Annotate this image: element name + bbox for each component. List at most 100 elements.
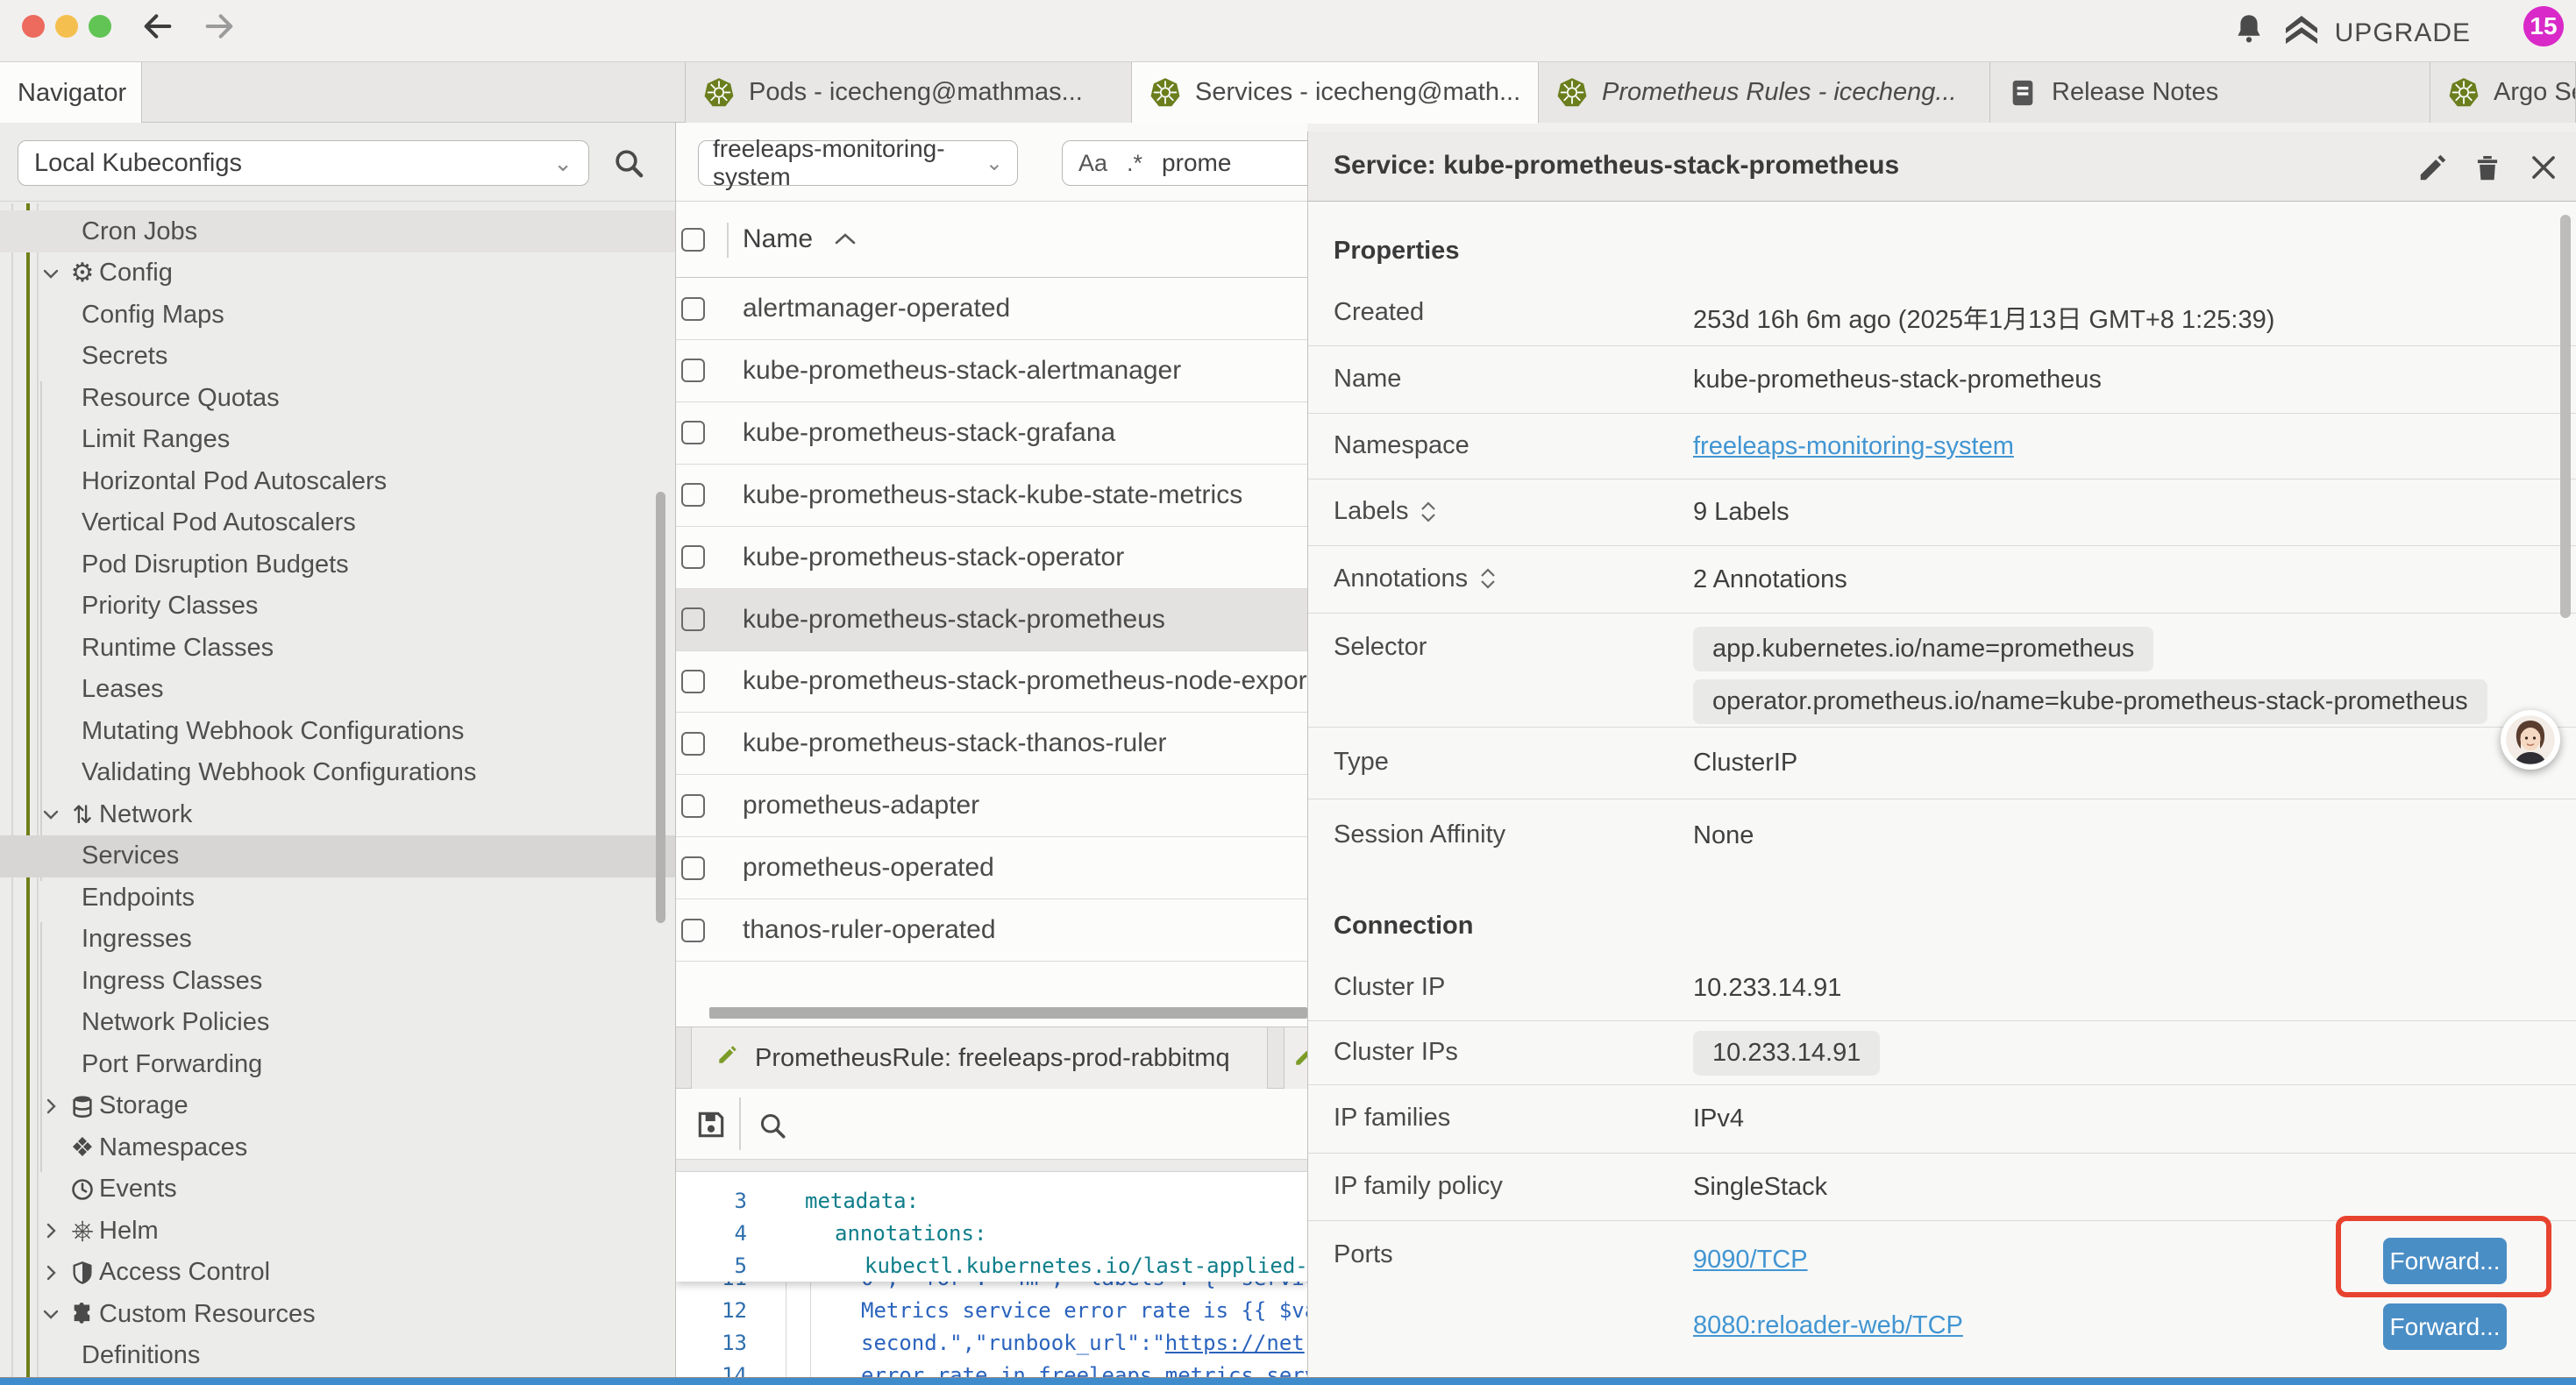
sidebar-item-mutating-webhook-configurations[interactable]: Mutating Webhook Configurations <box>0 710 676 752</box>
sidebar-item-endpoints[interactable]: Endpoints <box>0 877 676 919</box>
row-checkbox[interactable] <box>681 856 705 880</box>
table-row-kube-prometheus-stack-operator[interactable]: kube-prometheus-stack-operator <box>676 527 1307 589</box>
delete-trash-icon[interactable] <box>2471 151 2504 188</box>
detail-title: Service: kube-prometheus-stack-prometheu… <box>1334 151 1899 181</box>
tab-argo-se[interactable]: Argo Se <box>2430 62 2576 123</box>
sidebar-item-pod-disruption-budgets[interactable]: Pod Disruption Budgets <box>0 543 676 586</box>
sidebar-item-config[interactable]: ⚙Config <box>0 252 676 295</box>
table-row-kube-prometheus-stack-thanos-ruler[interactable]: kube-prometheus-stack-thanos-ruler <box>676 713 1307 775</box>
forward-arrow-icon[interactable] <box>202 9 237 44</box>
kubeconfig-selector[interactable]: Local Kubeconfigs ⌄ <box>18 140 589 186</box>
chevron-right-icon[interactable] <box>40 1262 61 1283</box>
sidebar-item-namespaces[interactable]: ❖Namespaces <box>0 1126 676 1168</box>
sidebar-scrollbar[interactable] <box>656 492 665 923</box>
sidebar-item-access-control[interactable]: Access Control <box>0 1252 676 1294</box>
user-avatar[interactable] <box>2501 710 2560 770</box>
traffic-light-close-icon[interactable] <box>22 15 45 38</box>
table-row-kube-prometheus-stack-prometheus[interactable]: kube-prometheus-stack-prometheus <box>676 589 1307 651</box>
sort-expander-icon[interactable] <box>1480 568 1496 589</box>
sidebar-item-custom-resources[interactable]: Custom Resources <box>0 1293 676 1335</box>
row-checkbox[interactable] <box>681 919 705 942</box>
sidebar-item-leases[interactable]: Leases <box>0 669 676 711</box>
sort-expander-icon[interactable] <box>1420 501 1436 522</box>
sidebar-item-port-forwarding[interactable]: Port Forwarding <box>0 1043 676 1085</box>
list-search-input[interactable]: Aa .* prome <box>1062 140 1307 186</box>
chevron-down-icon[interactable] <box>40 1303 61 1325</box>
row-checkbox[interactable] <box>681 607 705 631</box>
sidebar-item-vertical-pod-autoscalers[interactable]: Vertical Pod Autoscalers <box>0 502 676 544</box>
navigator-panel-tab[interactable]: Navigator <box>0 62 142 124</box>
sidebar-item-storage[interactable]: Storage <box>0 1085 676 1127</box>
sidebar-item-validating-webhook-configurations[interactable]: Validating Webhook Configurations <box>0 752 676 794</box>
row-checkbox[interactable] <box>681 421 705 444</box>
tab-services-icecheng-math[interactable]: Services - icecheng@math...× <box>1132 62 1539 124</box>
forward-button-8080-reloader-web-tcp[interactable]: Forward... <box>2383 1303 2507 1350</box>
table-row-kube-prometheus-stack-kube-state-metrics[interactable]: kube-prometheus-stack-kube-state-metrics <box>676 465 1307 527</box>
table-row-kube-prometheus-stack-grafana[interactable]: kube-prometheus-stack-grafana <box>676 402 1307 465</box>
notification-count-badge[interactable]: 15 <box>2523 6 2564 46</box>
updown-icon: ⇅ <box>68 800 96 829</box>
sidebar-item-resource-quotas[interactable]: Resource Quotas <box>0 377 676 419</box>
sidebar-item-network[interactable]: ⇅Network <box>0 793 676 835</box>
sidebar-item-definitions[interactable]: Definitions <box>0 1335 676 1377</box>
back-arrow-icon[interactable] <box>140 9 175 44</box>
chevron-right-icon[interactable] <box>40 1096 61 1117</box>
sidebar-item-cron-jobs[interactable]: Cron Jobs <box>0 210 676 252</box>
table-row-thanos-ruler-operated[interactable]: thanos-ruler-operated <box>676 899 1307 962</box>
sidebar-item-events[interactable]: Events <box>0 1168 676 1211</box>
chevron-down-icon[interactable] <box>40 804 61 825</box>
sidebar-item-label: Port Forwarding <box>82 1050 262 1079</box>
row-checkbox[interactable] <box>681 483 705 507</box>
sidebar-search-icon[interactable] <box>611 146 646 185</box>
table-row-prometheus-operated[interactable]: prometheus-operated <box>676 837 1307 899</box>
regex-icon[interactable]: .* <box>1127 150 1142 177</box>
sidebar-item-config-maps[interactable]: Config Maps <box>0 294 676 336</box>
table-row-kube-prometheus-stack-prometheus-node-expor[interactable]: kube-prometheus-stack-prometheus-node-ex… <box>676 650 1307 713</box>
editor-tab-partial[interactable] <box>1284 1027 1307 1089</box>
sidebar-item-services[interactable]: Services <box>0 835 676 877</box>
table-row-prometheus-adapter[interactable]: prometheus-adapter <box>676 775 1307 837</box>
row-checkbox[interactable] <box>681 670 705 693</box>
tab-release-notes[interactable]: Release Notes <box>1990 62 2430 123</box>
namespace-link[interactable]: freeleaps-monitoring-system <box>1693 432 2014 460</box>
port-link-9090-tcp[interactable]: 9090/TCP <box>1693 1246 1808 1274</box>
services-list-panel: freeleaps-monitoring-system ⌄ Aa .* prom… <box>676 123 1307 1378</box>
sidebar-item-priority-classes[interactable]: Priority Classes <box>0 586 676 628</box>
edit-pencil-icon[interactable] <box>2416 151 2450 188</box>
close-icon[interactable] <box>2527 151 2560 188</box>
notifications-bell-icon[interactable] <box>2231 9 2267 53</box>
traffic-light-zoom-icon[interactable] <box>89 15 111 38</box>
row-checkbox[interactable] <box>681 732 705 756</box>
sidebar-item-horizontal-pod-autoscalers[interactable]: Horizontal Pod Autoscalers <box>0 460 676 502</box>
yaml-editor[interactable]: 110", "for": "4m", "labels": { "service"… <box>676 1172 1307 1378</box>
namespace-filter-select[interactable]: freeleaps-monitoring-system ⌄ <box>698 140 1018 186</box>
upgrade-button[interactable]: UPGRADE <box>2281 11 2471 56</box>
traffic-light-minimize-icon[interactable] <box>55 15 78 38</box>
chevron-down-icon[interactable] <box>40 263 61 284</box>
sidebar-item-limit-ranges[interactable]: Limit Ranges <box>0 419 676 461</box>
port-link-8080-reloader-web-tcp[interactable]: 8080:reloader-web/TCP <box>1693 1311 1963 1339</box>
name-column-header[interactable]: Name <box>743 224 857 254</box>
sidebar-item-ingress-classes[interactable]: Ingress Classes <box>0 960 676 1002</box>
match-case-icon[interactable]: Aa <box>1078 150 1107 177</box>
select-all-checkbox[interactable] <box>681 228 705 252</box>
editor-tab-prometheusrule[interactable]: PrometheusRule: freeleaps-prod-rabbitmq <box>691 1027 1268 1089</box>
save-icon[interactable] <box>694 1108 728 1146</box>
sidebar-item-network-policies[interactable]: Network Policies <box>0 1002 676 1044</box>
row-checkbox[interactable] <box>681 297 705 321</box>
sidebar-item-ingresses[interactable]: Ingresses <box>0 919 676 961</box>
row-checkbox[interactable] <box>681 794 705 818</box>
sidebar-item-helm[interactable]: ⎈Helm <box>0 1210 676 1252</box>
chevron-right-icon[interactable] <box>40 1220 61 1241</box>
sidebar-item-secrets[interactable]: Secrets <box>0 336 676 378</box>
tab-prometheus-rules-icecheng[interactable]: Prometheus Rules - icecheng... <box>1539 62 1990 123</box>
sidebar-item-runtime-classes[interactable]: Runtime Classes <box>0 627 676 669</box>
tab-pods-icecheng-mathmas[interactable]: Pods - icecheng@mathmas... <box>685 62 1132 123</box>
row-checkbox[interactable] <box>681 359 705 382</box>
row-checkbox[interactable] <box>681 545 705 569</box>
editor-search-icon[interactable] <box>757 1110 788 1146</box>
horizontal-scrollbar[interactable] <box>709 1007 1307 1019</box>
table-row-alertmanager-operated[interactable]: alertmanager-operated <box>676 278 1307 340</box>
table-row-kube-prometheus-stack-alertmanager[interactable]: kube-prometheus-stack-alertmanager <box>676 340 1307 402</box>
detail-scrollbar[interactable] <box>2560 215 2571 618</box>
